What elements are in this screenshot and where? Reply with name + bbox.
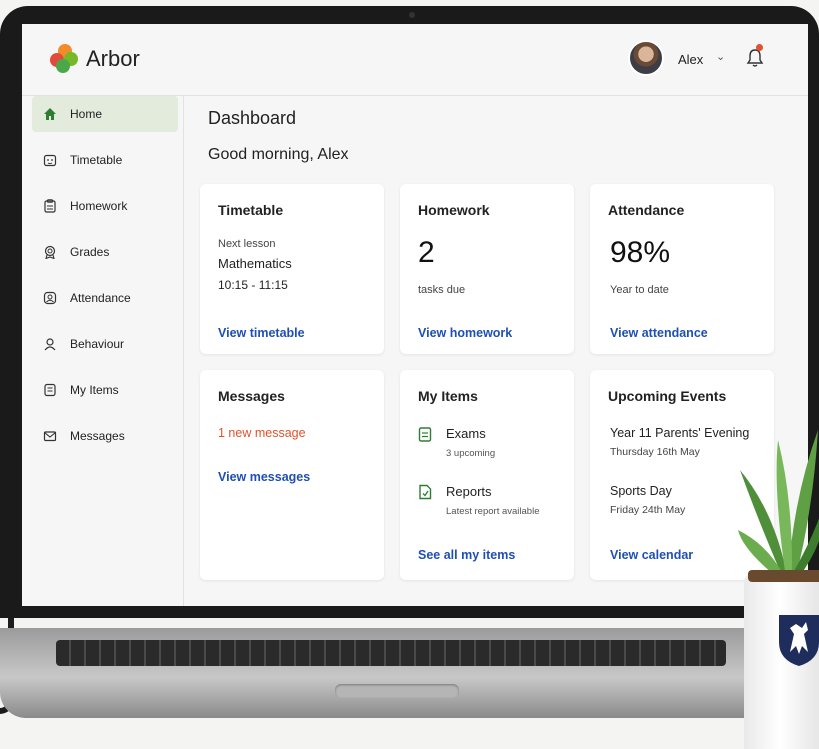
view-messages-link[interactable]: View messages xyxy=(218,470,310,484)
calendar-icon xyxy=(42,152,58,168)
sidebar-nav: Home Timetable Homework Grades Attendanc… xyxy=(22,96,184,606)
school-crest-icon xyxy=(779,615,819,666)
event-title[interactable]: Sports Day xyxy=(610,484,672,498)
main-content: Dashboard Good morning, Alex Timetable N… xyxy=(184,96,808,606)
homework-card: Homework 2 tasks due View homework xyxy=(400,184,574,354)
notification-badge xyxy=(756,44,763,51)
my-item-sub: Latest report available xyxy=(446,506,540,517)
mail-icon xyxy=(42,428,58,444)
home-icon xyxy=(42,106,58,122)
items-icon xyxy=(42,382,58,398)
sidebar-item-home[interactable]: Home xyxy=(32,96,178,132)
laptop-screen: Arbor Alex ⌄ Home Timetable Homework Gra… xyxy=(22,24,808,606)
card-title: Homework xyxy=(418,202,490,218)
view-attendance-link[interactable]: View attendance xyxy=(610,326,708,340)
attendance-caption: Year to date xyxy=(610,284,669,296)
next-lesson-subject: Mathematics xyxy=(218,256,292,271)
sidebar-item-label: Attendance xyxy=(70,291,131,305)
sidebar-item-messages[interactable]: Messages xyxy=(32,418,178,454)
exam-clipboard-icon xyxy=(418,427,432,442)
event-date: Friday 24th May xyxy=(610,504,686,516)
attendance-card: Attendance 98% Year to date View attenda… xyxy=(590,184,774,354)
notification-bell-icon[interactable] xyxy=(746,48,764,68)
my-items-card: My Items Exams 3 upcoming Reports Latest… xyxy=(400,370,574,580)
award-icon xyxy=(42,244,58,260)
my-item-label[interactable]: Exams xyxy=(446,426,486,441)
card-title: My Items xyxy=(418,388,478,404)
sidebar-item-my-items[interactable]: My Items xyxy=(32,372,178,408)
greeting-text: Good morning, Alex xyxy=(208,146,349,163)
app-header: Arbor Alex ⌄ xyxy=(22,24,808,96)
homework-count: 2 xyxy=(418,236,435,269)
sidebar-item-label: Behaviour xyxy=(70,337,125,351)
clipboard-icon xyxy=(42,198,58,214)
page-title: Dashboard xyxy=(208,108,297,128)
product-photo: Arbor Alex ⌄ Home Timetable Homework Gra… xyxy=(0,0,819,749)
my-item-sub: 3 upcoming xyxy=(446,448,496,459)
card-title: Messages xyxy=(218,388,285,404)
people-icon xyxy=(42,336,58,352)
event-date: Thursday 16th May xyxy=(610,446,700,458)
sidebar-item-behaviour[interactable]: Behaviour xyxy=(32,326,178,362)
chevron-down-icon[interactable]: ⌄ xyxy=(716,50,725,63)
sidebar-item-label: Messages xyxy=(70,429,125,443)
next-lesson-label: Next lesson xyxy=(218,238,276,250)
laptop-trackpad xyxy=(335,684,459,698)
user-avatar[interactable] xyxy=(628,40,664,76)
laptop-camera xyxy=(409,12,415,18)
user-menu-name[interactable]: Alex xyxy=(678,52,703,67)
card-title: Timetable xyxy=(218,202,284,218)
event-title[interactable]: Year 11 Parents' Evening xyxy=(610,426,749,440)
card-title: Attendance xyxy=(608,202,685,218)
sidebar-item-grades[interactable]: Grades xyxy=(32,234,178,270)
view-calendar-link[interactable]: View calendar xyxy=(610,548,693,562)
messages-card: Messages 1 new message View messages xyxy=(200,370,384,580)
attendance-value: 98% xyxy=(610,236,671,269)
sidebar-item-label: My Items xyxy=(70,383,119,397)
sidebar-item-label: Home xyxy=(70,107,103,121)
see-all-items-link[interactable]: See all my items xyxy=(418,548,515,562)
next-lesson-time: 10:15 - 11:15 xyxy=(218,278,288,292)
arbor-logo-icon[interactable] xyxy=(50,44,80,74)
new-message-alert[interactable]: 1 new message xyxy=(218,426,306,440)
sidebar-item-label: Timetable xyxy=(70,153,123,167)
view-timetable-link[interactable]: View timetable xyxy=(218,326,305,340)
sidebar-item-homework[interactable]: Homework xyxy=(32,188,178,224)
homework-caption: tasks due xyxy=(418,284,466,296)
timetable-card: Timetable Next lesson Mathematics 10:15 … xyxy=(200,184,384,354)
attendance-icon xyxy=(42,290,58,306)
card-title: Upcoming Events xyxy=(608,388,727,404)
sidebar-item-label: Homework xyxy=(70,199,128,213)
report-document-icon xyxy=(419,484,432,500)
brand-name: Arbor xyxy=(86,46,140,71)
sidebar-item-label: Grades xyxy=(70,245,110,259)
my-item-label[interactable]: Reports xyxy=(446,484,492,499)
pot-soil xyxy=(748,570,819,582)
plant-leaves xyxy=(738,430,819,578)
laptop-keyboard xyxy=(56,640,726,666)
sidebar-item-attendance[interactable]: Attendance xyxy=(32,280,178,316)
sidebar-item-timetable[interactable]: Timetable xyxy=(32,142,178,178)
view-homework-link[interactable]: View homework xyxy=(418,326,512,340)
